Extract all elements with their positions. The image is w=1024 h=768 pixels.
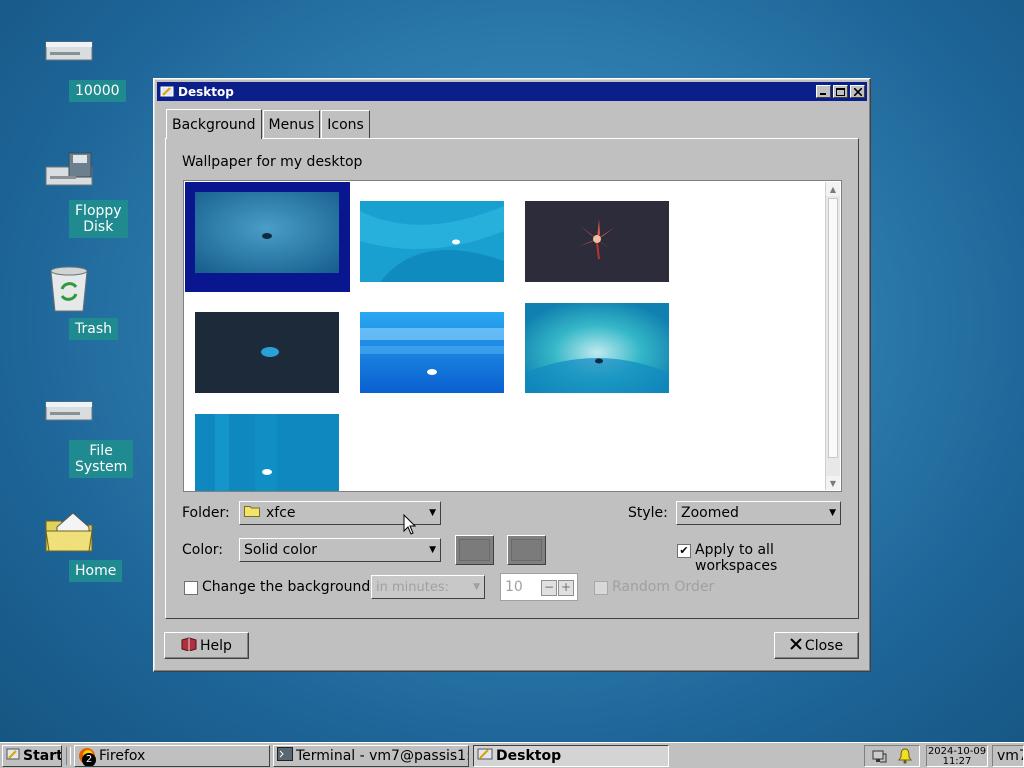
apply-all-label: Apply to all workspaces — [695, 542, 778, 574]
desktop-icon-label: File System — [69, 440, 134, 478]
desktop-icon-label: 10000 — [69, 80, 126, 102]
window-title: Desktop — [178, 84, 234, 99]
start-button[interactable]: Start — [2, 745, 62, 767]
random-order-checkbox[interactable] — [594, 581, 608, 595]
settings-icon — [160, 85, 174, 99]
scroll-down-icon[interactable]: ▼ — [826, 476, 840, 490]
wallpaper-thumb-6[interactable] — [525, 303, 669, 393]
style-value: Zoomed — [681, 505, 739, 521]
tab-background[interactable]: Background — [166, 109, 262, 139]
interval-dropdown[interactable]: in minutes: ▼ — [371, 575, 485, 599]
interval-placeholder: in minutes: — [376, 579, 449, 595]
background-tab-panel: Wallpaper for my desktop ▲ ▼ Folder: xfc… — [165, 138, 859, 619]
trash-icon — [24, 260, 114, 318]
drive-icon — [24, 382, 114, 440]
clock[interactable]: 2024-10-09 11:27 — [926, 745, 988, 767]
decrement-icon[interactable]: − — [541, 580, 557, 596]
wallpaper-thumb-5[interactable] — [360, 312, 504, 393]
chevron-down-icon: ▼ — [429, 508, 436, 518]
desktop-icon-label: Floppy Disk — [69, 200, 128, 238]
change-background-checkbox[interactable] — [184, 581, 198, 595]
desktop-icon-trash[interactable]: Trash — [24, 260, 118, 340]
start-label: Start — [23, 748, 62, 764]
mouse-cursor-icon — [403, 513, 417, 540]
scroll-up-icon[interactable]: ▲ — [826, 182, 840, 196]
maximize-icon — [836, 87, 845, 96]
system-tray — [864, 745, 920, 767]
help-label: Help — [200, 637, 232, 654]
desktop-icon-label: Trash — [69, 318, 118, 340]
start-icon — [6, 747, 20, 765]
apply-all-checkbox[interactable]: ✔ — [677, 544, 691, 558]
terminal-icon — [277, 747, 293, 765]
home-folder-icon — [24, 502, 114, 560]
drive-icon — [24, 22, 114, 80]
close-icon — [790, 637, 802, 654]
taskbar-item-label: Desktop — [496, 748, 562, 764]
color-label: Color: — [182, 542, 224, 558]
wallpaper-gallery[interactable]: ▲ ▼ — [183, 180, 842, 492]
help-book-icon — [181, 636, 197, 655]
wallpaper-label: Wallpaper for my desktop — [182, 154, 363, 170]
help-button[interactable]: Help — [164, 632, 249, 659]
change-background-label: Change the background — [202, 579, 371, 595]
color2-button[interactable] — [507, 535, 546, 565]
folder-value: xfce — [266, 505, 296, 521]
desktop-icon-label: Home — [69, 560, 123, 582]
desktop-settings-window: Desktop Background Menus Icons Wallpaper… — [153, 78, 871, 672]
taskbar-separator — [66, 747, 71, 765]
color-style-dropdown[interactable]: Solid color ▼ — [239, 538, 441, 562]
folder-label: Folder: — [182, 505, 230, 521]
taskbar-item-terminal[interactable]: Terminal - vm7@passis1:~ — [273, 745, 469, 767]
wallpaper-thumb-7[interactable] — [195, 414, 339, 491]
gallery-scrollbar[interactable]: ▲ ▼ — [825, 182, 840, 490]
style-label: Style: — [628, 505, 668, 521]
color1-button[interactable] — [455, 535, 494, 565]
floppy-icon — [24, 142, 114, 200]
tab-icons[interactable]: Icons — [321, 110, 370, 138]
chevron-down-icon: ▼ — [473, 582, 480, 592]
maximize-button[interactable] — [833, 85, 848, 98]
interval-spinbox[interactable]: 10 − + — [500, 573, 578, 601]
taskbar-item-label: Terminal - vm7@passis1:~ — [296, 748, 469, 764]
wallpaper-thumb-4[interactable] — [195, 312, 339, 393]
notification-badge: 2 — [82, 753, 96, 766]
desktop-icon-floppy-disk[interactable]: Floppy Disk — [24, 142, 128, 238]
folder-icon — [244, 505, 260, 521]
scrollbar-thumb[interactable] — [828, 198, 838, 458]
close-button[interactable]: Close — [774, 632, 859, 659]
increment-icon[interactable]: + — [558, 580, 574, 596]
wallpaper-thumb-3[interactable] — [525, 201, 669, 282]
chevron-down-icon: ▼ — [829, 508, 836, 518]
desktop-icon-home[interactable]: Home — [24, 502, 123, 582]
wallpaper-thumb-2[interactable] — [360, 201, 504, 282]
chevron-down-icon: ▼ — [429, 545, 436, 555]
settings-icon — [477, 747, 493, 765]
user-indicator[interactable]: vm7 — [992, 745, 1024, 767]
color-style-value: Solid color — [244, 542, 318, 558]
interval-value: 10 — [505, 579, 523, 595]
desktop-icon-10000[interactable]: 10000 — [24, 22, 126, 102]
minimize-icon — [820, 93, 826, 95]
taskbar-item-desktop[interactable]: Desktop — [473, 745, 669, 767]
taskbar-item-label: Firefox — [99, 748, 146, 764]
taskbar: Start 2 Firefox Terminal - vm7@passis1:~… — [0, 742, 1024, 768]
notification-bell-icon[interactable] — [898, 748, 912, 768]
random-order-label: Random Order — [612, 579, 715, 595]
style-dropdown[interactable]: Zoomed ▼ — [676, 501, 841, 525]
taskbar-item-firefox[interactable]: 2 Firefox — [74, 745, 270, 767]
firefox-icon: 2 — [78, 747, 96, 766]
close-icon — [853, 87, 862, 96]
tab-menus[interactable]: Menus — [262, 110, 321, 138]
wallpaper-thumb-1[interactable] — [195, 192, 339, 273]
close-label: Close — [804, 637, 844, 654]
minimize-button[interactable] — [816, 85, 831, 98]
clock-time: 11:27 — [942, 756, 972, 767]
window-titlebar[interactable]: Desktop — [157, 82, 867, 101]
desktop-icon-file-system[interactable]: File System — [24, 382, 134, 478]
network-icon[interactable] — [871, 748, 887, 768]
close-window-button[interactable] — [850, 85, 865, 98]
